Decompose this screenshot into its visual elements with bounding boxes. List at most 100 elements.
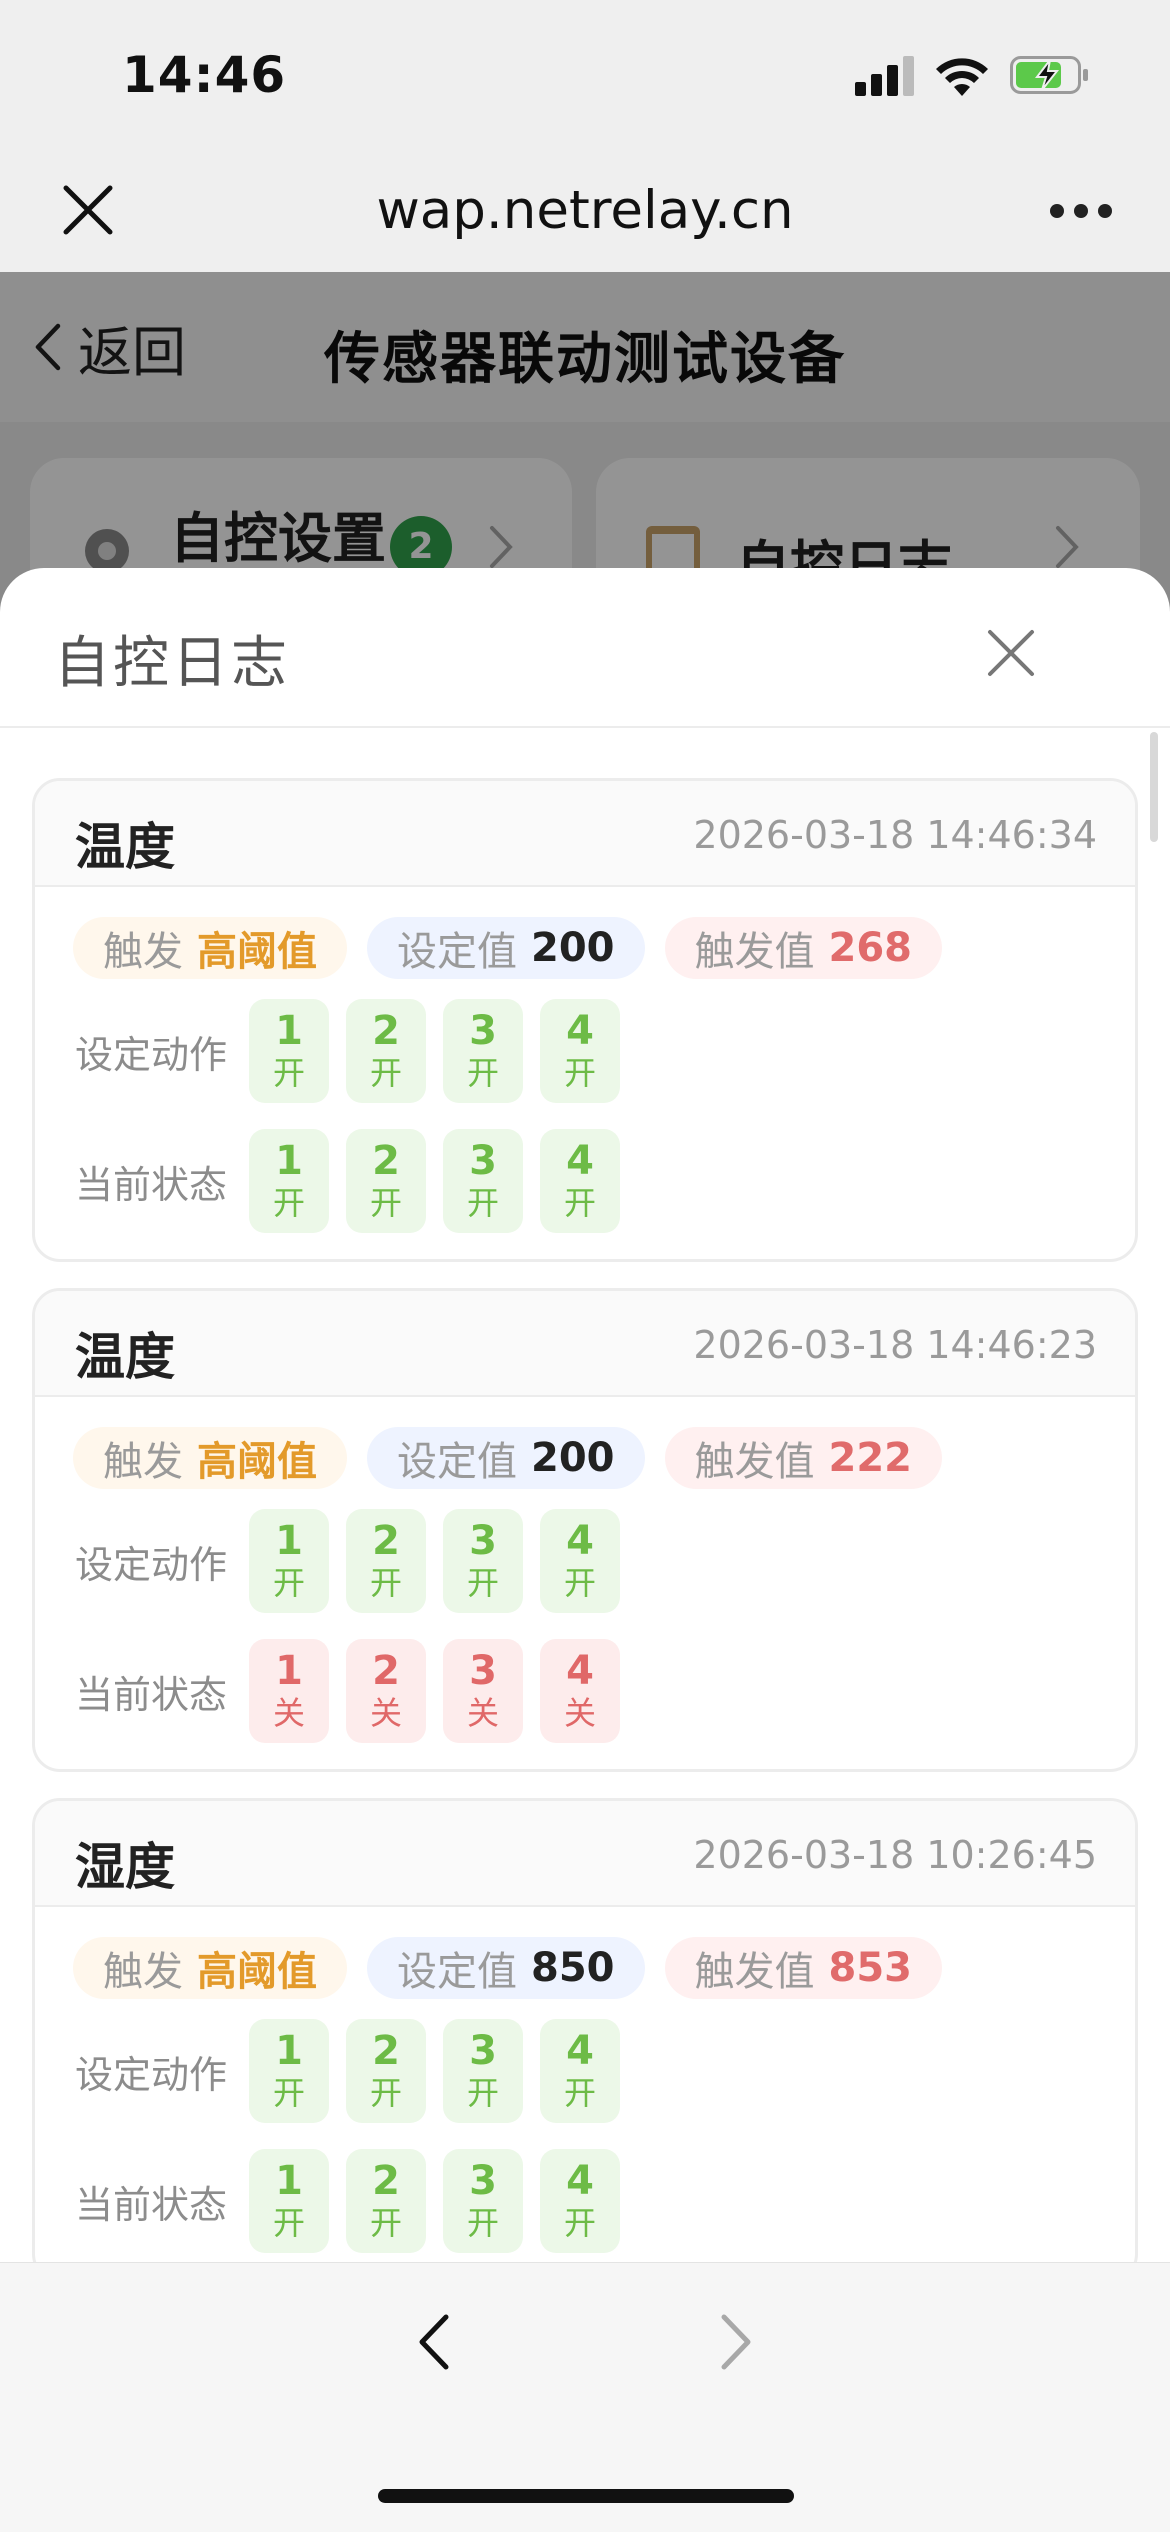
chip-label: 触发值 <box>694 1949 815 1995</box>
relay-status-4: 4开 <box>540 1129 620 1233</box>
relay-state: 开 <box>563 1054 596 1092</box>
set-value-chip: 设定值 200 <box>367 1427 645 1489</box>
relay-state: 开 <box>563 2074 596 2112</box>
relay-number: 1 <box>275 2028 303 2074</box>
row-label: 当前状态 <box>75 1162 228 1207</box>
relay-state: 关 <box>563 1694 596 1732</box>
relay-state: 开 <box>563 2204 596 2242</box>
relay-number: 4 <box>566 1518 594 1564</box>
relay-action-3: 3开 <box>443 1509 523 1613</box>
relay-action-2: 2开 <box>346 999 426 1103</box>
relay-state: 开 <box>466 2204 499 2242</box>
relay-status-2: 2关 <box>346 1639 426 1743</box>
sensor-name: 温度 <box>75 1328 175 1386</box>
browser-back-icon[interactable] <box>400 2307 470 2377</box>
trigger-type-value: 高阈值 <box>197 1949 317 1995</box>
more-options-icon[interactable] <box>1046 198 1116 222</box>
cellular-signal-icon <box>855 56 917 96</box>
relay-state: 开 <box>466 1184 499 1222</box>
screen: 14:46 wap.netrelay.cn 返回 传感器联动测试设备 自控设置 … <box>0 0 1170 2532</box>
relay-number: 3 <box>469 1138 497 1184</box>
relay-state: 开 <box>272 1564 305 1602</box>
relay-state: 开 <box>369 1184 402 1222</box>
home-indicator[interactable] <box>378 2489 794 2503</box>
fire-value-chip: 触发值 853 <box>664 1937 942 1999</box>
relay-action-4: 4开 <box>540 2019 620 2123</box>
relay-action-2: 2开 <box>346 2019 426 2123</box>
log-chips: 触发 高阈值 设定值 850 触发值 853 <box>73 1937 962 1999</box>
log-sheet: 自控日志 温度 2026-03-18 14:46:34 触发 高阈值 设定值 2… <box>0 568 1170 2264</box>
relay-status-1: 1开 <box>249 1129 329 1233</box>
relay-number: 4 <box>566 2158 594 2204</box>
relay-status-3: 3关 <box>443 1639 523 1743</box>
fire-value: 853 <box>828 1945 913 1991</box>
trigger-type-chip: 触发 高阈值 <box>73 1937 347 1999</box>
relay-number: 2 <box>372 1138 400 1184</box>
relay-action-3: 3开 <box>443 999 523 1103</box>
log-entry: 湿度 2026-03-18 10:26:45 触发 高阈值 设定值 850 触发… <box>32 1798 1138 2264</box>
trigger-type-value: 高阈值 <box>197 929 317 975</box>
relay-action-4: 4开 <box>540 999 620 1103</box>
chip-label: 触发值 <box>694 929 815 975</box>
trigger-type-chip: 触发 高阈值 <box>73 917 347 979</box>
log-header: 温度 2026-03-18 14:46:23 <box>35 1291 1135 1397</box>
relay-number: 1 <box>275 1138 303 1184</box>
browser-forward-icon[interactable] <box>700 2307 770 2377</box>
browser-toolbar: wap.netrelay.cn <box>0 150 1170 272</box>
relay-state: 开 <box>466 2074 499 2112</box>
browser-bottom-bar <box>0 2262 1170 2532</box>
close-icon[interactable] <box>984 626 1038 680</box>
relay-number: 3 <box>469 1648 497 1694</box>
scrollbar[interactable] <box>1150 732 1158 842</box>
log-chips: 触发 高阈值 设定值 200 触发值 268 <box>73 917 962 979</box>
relay-action-1: 1开 <box>249 2019 329 2123</box>
chip-label: 触发 <box>103 929 183 975</box>
set-action-row: 设定动作 1开 2开 3开 4开 <box>75 2019 637 2123</box>
relay-number: 4 <box>566 1648 594 1694</box>
relay-action-2: 2开 <box>346 1509 426 1613</box>
relay-state: 开 <box>369 1564 402 1602</box>
relay-number: 2 <box>372 1008 400 1054</box>
relay-action-1: 1开 <box>249 999 329 1103</box>
relay-number: 1 <box>275 2158 303 2204</box>
trigger-type-chip: 触发 高阈值 <box>73 1427 347 1489</box>
fire-value-chip: 触发值 222 <box>664 1427 942 1489</box>
fire-value: 222 <box>828 1435 913 1481</box>
relay-state: 开 <box>369 2204 402 2242</box>
relay-state: 开 <box>272 1184 305 1222</box>
relay-state: 开 <box>272 1054 305 1092</box>
relay-status-4: 4开 <box>540 2149 620 2253</box>
row-label: 设定动作 <box>75 1032 228 1077</box>
log-timestamp: 2026-03-18 14:46:34 <box>693 813 1097 857</box>
current-state-row: 当前状态 1开 2开 3开 4开 <box>75 1129 637 1233</box>
relay-number: 2 <box>372 2028 400 2074</box>
sensor-name: 温度 <box>75 818 175 876</box>
relay-number: 2 <box>372 2158 400 2204</box>
relay-state: 开 <box>369 1054 402 1092</box>
log-list: 温度 2026-03-18 14:46:34 触发 高阈值 设定值 200 触发… <box>32 778 1140 2264</box>
status-bar: 14:46 <box>0 0 1170 150</box>
set-value: 850 <box>531 1945 615 1991</box>
relay-state: 开 <box>466 1564 499 1602</box>
relay-status-2: 2开 <box>346 1129 426 1233</box>
relay-number: 4 <box>566 1138 594 1184</box>
chip-label: 设定值 <box>397 1949 517 1995</box>
set-value: 200 <box>531 1435 615 1481</box>
relay-state: 开 <box>369 2074 402 2112</box>
fire-value: 268 <box>828 925 913 971</box>
relay-state: 开 <box>272 2204 305 2242</box>
relay-status-3: 3开 <box>443 1129 523 1233</box>
relay-status-1: 1关 <box>249 1639 329 1743</box>
status-time: 14:46 <box>122 46 287 104</box>
log-timestamp: 2026-03-18 14:46:23 <box>693 1323 1097 1367</box>
battery-charging-icon <box>1010 56 1088 94</box>
set-action-row: 设定动作 1开 2开 3开 4开 <box>75 999 637 1103</box>
sheet-title: 自控日志 <box>54 631 290 696</box>
set-value: 200 <box>531 925 615 971</box>
log-entry: 温度 2026-03-18 14:46:23 触发 高阈值 设定值 200 触发… <box>32 1288 1138 1772</box>
log-header: 温度 2026-03-18 14:46:34 <box>35 781 1135 887</box>
wifi-icon <box>936 58 988 96</box>
relay-number: 3 <box>469 2158 497 2204</box>
set-value-chip: 设定值 200 <box>367 917 645 979</box>
relay-state: 开 <box>563 1184 596 1222</box>
